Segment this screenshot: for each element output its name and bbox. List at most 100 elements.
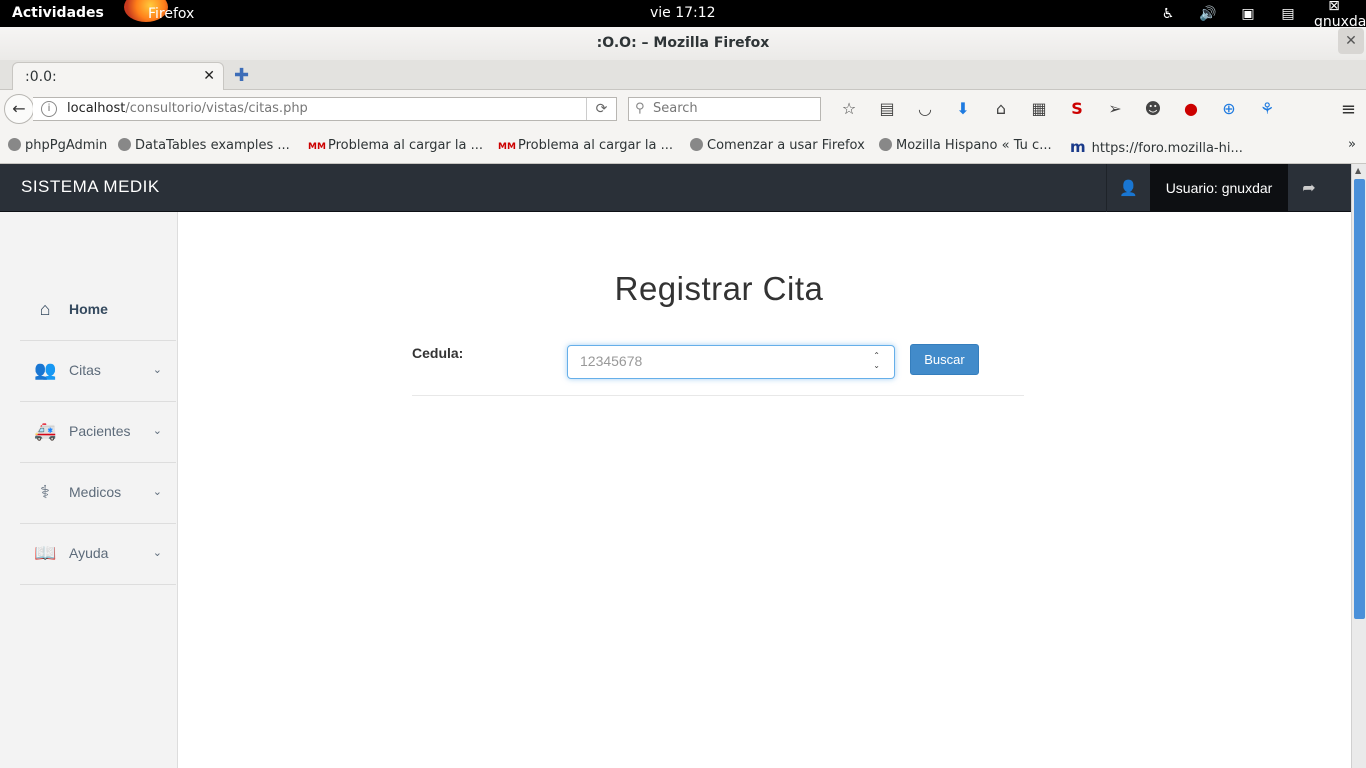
- sidebar-item-label: Ayuda: [69, 545, 109, 561]
- system-tray: ♿ 🔊 ▣ ▤ ⊠ gnuxdar: [1148, 0, 1366, 30]
- forum-icon: MM: [308, 142, 326, 152]
- window-close-icon[interactable]: ✕: [1338, 28, 1364, 54]
- home-icon: ⌂: [39, 299, 51, 319]
- number-spinner-icon[interactable]: ⌃ ⌄: [873, 351, 880, 371]
- home-icon[interactable]: ⌂: [982, 98, 1020, 120]
- extension-s-icon[interactable]: S: [1058, 98, 1096, 120]
- nav-toolbar: ← i localhost/consultorio/vistas/citas.p…: [0, 90, 1366, 128]
- cedula-placeholder: 12345678: [580, 353, 643, 369]
- cedula-input[interactable]: 12345678 ⌃ ⌄: [567, 345, 895, 379]
- bookmark-label: DataTables examples ...: [135, 138, 290, 153]
- bookmarks-overflow-icon[interactable]: »: [1348, 137, 1356, 152]
- sidebar-item-ayuda[interactable]: 📖 Ayuda ⌄: [20, 524, 176, 585]
- globe-icon: [690, 138, 703, 151]
- download-helper-icon[interactable]: ⊕: [1210, 98, 1248, 120]
- url-path: /consultorio/vistas/citas.php: [125, 101, 308, 116]
- bookmark-star-icon[interactable]: ☆: [830, 98, 868, 120]
- window-title-bar: :O.O: – Mozilla Firefox ✕: [0, 27, 1366, 60]
- reload-icon[interactable]: ⟳: [586, 98, 616, 120]
- bookmark-item[interactable]: Comenzar a usar Firefox: [690, 138, 865, 153]
- adblock-icon[interactable]: ●: [1172, 98, 1210, 120]
- ambulance-icon: 🚑: [34, 421, 57, 441]
- globe-icon: [8, 138, 21, 151]
- cedula-label: Cedula:: [412, 345, 464, 361]
- bookmark-label: phpPgAdmin: [25, 138, 108, 153]
- sidebar-item-home[interactable]: ⌂ Home: [20, 280, 176, 341]
- clock[interactable]: vie 17:12: [650, 5, 716, 21]
- bookmark-item[interactable]: MM Problema al cargar la ...: [498, 138, 673, 154]
- page-title: Registrar Cita: [614, 270, 824, 307]
- sidebar-item-citas[interactable]: 👥 Citas ⌄: [20, 341, 176, 402]
- forum-icon: MM: [498, 142, 516, 152]
- divider: [412, 395, 1024, 396]
- bookmark-item[interactable]: m https://foro.mozilla-hi...: [1070, 138, 1243, 156]
- app-name: Firefox: [148, 5, 195, 22]
- chevron-down-icon: ⌄: [152, 547, 162, 559]
- scrollbar-thumb[interactable]: [1354, 179, 1365, 619]
- new-tab-icon[interactable]: ✚: [234, 65, 249, 86]
- sidebar-item-medicos[interactable]: ⚕ Medicos ⌄: [20, 463, 176, 524]
- buscar-button[interactable]: Buscar: [910, 344, 979, 375]
- bookmark-item[interactable]: phpPgAdmin: [8, 138, 107, 153]
- chevron-down-icon: ⌄: [152, 364, 162, 376]
- pocket-icon[interactable]: ◡: [906, 98, 944, 120]
- hamburger-menu-icon[interactable]: ≡: [1341, 99, 1356, 120]
- sidebar-item-label: Citas: [69, 362, 101, 378]
- user-label[interactable]: Usuario: gnuxdar: [1150, 164, 1288, 212]
- reading-list-icon[interactable]: ▤: [868, 98, 906, 120]
- url-bar[interactable]: i localhost/consultorio/vistas/citas.php…: [33, 97, 617, 121]
- bookmark-label: Mozilla Hispano « Tu c...: [896, 138, 1052, 153]
- system-top-bar: Actividades Firefox vie 17:12 ♿ 🔊 ▣ ▤ ⊠ …: [0, 0, 1366, 30]
- app-navbar: SISTEMA MEDIK 👤 Usuario: gnuxdar ➦: [0, 164, 1351, 212]
- search-placeholder: Search: [653, 101, 698, 116]
- user-icon: ⊠: [1328, 0, 1340, 14]
- search-input[interactable]: ⚲ Search: [628, 97, 821, 121]
- book-icon: 📖: [34, 543, 57, 563]
- bookmarks-bar: phpPgAdmin DataTables examples ... MM Pro…: [0, 128, 1366, 164]
- chevron-down-icon: ⌄: [152, 486, 162, 498]
- clipboard-icon[interactable]: ▤: [1268, 6, 1308, 22]
- page-scrollbar[interactable]: ▲: [1351, 164, 1366, 768]
- sidebar-item-label: Pacientes: [69, 423, 131, 439]
- extension-icon[interactable]: ▦: [1020, 98, 1058, 120]
- volume-icon[interactable]: 🔊: [1188, 6, 1228, 22]
- users-icon: 👥: [34, 360, 57, 380]
- bookmark-item[interactable]: DataTables examples ...: [118, 138, 290, 153]
- bookmark-item[interactable]: MM Problema al cargar la ...: [308, 138, 483, 154]
- scroll-up-icon[interactable]: ▲: [1355, 166, 1361, 175]
- toolbar-icons: ☆ ▤ ◡ ⬇ ⌂ ▦ S ➢ ☻ ● ⊕ ⚘: [830, 98, 1286, 120]
- logout-share-icon[interactable]: ➦: [1288, 164, 1330, 212]
- sidebar: ⌂ Home 👥 Citas ⌄ 🚑 Pacientes ⌄ ⚕ Medicos…: [0, 212, 178, 768]
- tab-close-icon[interactable]: ✕: [203, 68, 215, 84]
- main-content: Registrar Cita Cedula: 12345678 ⌃ ⌄ Busca…: [178, 212, 1351, 768]
- user-menu[interactable]: ⊠ gnuxdar: [1314, 0, 1366, 30]
- download-icon[interactable]: ⬇: [944, 98, 982, 120]
- activities-button[interactable]: Actividades: [12, 5, 104, 21]
- url-host: localhost: [67, 101, 126, 116]
- chat-icon[interactable]: ☻: [1134, 98, 1172, 120]
- send-icon[interactable]: ➢: [1096, 98, 1134, 120]
- brand-title[interactable]: SISTEMA MEDIK: [21, 177, 160, 197]
- mozilla-m-icon: m: [1070, 138, 1086, 156]
- accessibility-icon[interactable]: ♿: [1148, 6, 1188, 22]
- doctor-icon: ⚕: [40, 482, 50, 502]
- sidebar-item-label: Home: [69, 301, 108, 317]
- bookmark-item[interactable]: Mozilla Hispano « Tu c...: [879, 138, 1052, 153]
- bookmark-label: Comenzar a usar Firefox: [707, 138, 865, 153]
- globe-icon: [118, 138, 131, 151]
- web-page: SISTEMA MEDIK 👤 Usuario: gnuxdar ➦ ⌂ Hom…: [0, 164, 1351, 768]
- network-tool-icon[interactable]: ⚘: [1248, 98, 1286, 120]
- chevron-down-icon: ⌄: [152, 425, 162, 437]
- sidebar-item-pacientes[interactable]: 🚑 Pacientes ⌄: [20, 402, 176, 463]
- globe-icon: [879, 138, 892, 151]
- network-icon[interactable]: ▣: [1228, 6, 1268, 22]
- window-title: :O.O: – Mozilla Firefox: [596, 35, 770, 51]
- user-icon[interactable]: 👤: [1106, 164, 1150, 212]
- back-arrow-icon[interactable]: ←: [4, 94, 34, 124]
- app-menu[interactable]: Firefox: [124, 0, 194, 27]
- info-icon[interactable]: i: [41, 101, 57, 117]
- bookmark-label: Problema al cargar la ...: [328, 138, 483, 153]
- sidebar-item-label: Medicos: [69, 484, 122, 500]
- bookmark-label: https://foro.mozilla-hi...: [1091, 141, 1243, 156]
- tab-active[interactable]: :0.0: ✕: [12, 62, 224, 91]
